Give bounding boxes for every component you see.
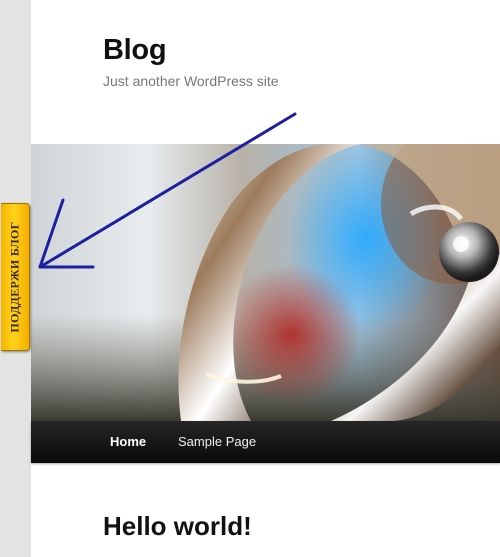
support-blog-tab[interactable]: ПОДДЕРЖИ БЛОГ [1,203,30,351]
page-content: Blog Just another WordPress site Home Sa… [31,0,500,557]
main-navigation: Home Sample Page [31,421,500,463]
post-title[interactable]: Hello world! [103,511,252,542]
site-title[interactable]: Blog [103,34,167,67]
nav-item-home[interactable]: Home [110,421,146,463]
site-description: Just another WordPress site [103,73,279,89]
support-tab-label: ПОДДЕРЖИ БЛОГ [7,221,22,333]
header-image [31,144,500,421]
nav-item-sample-page[interactable]: Sample Page [178,421,256,463]
header-image-graphic [31,144,500,421]
